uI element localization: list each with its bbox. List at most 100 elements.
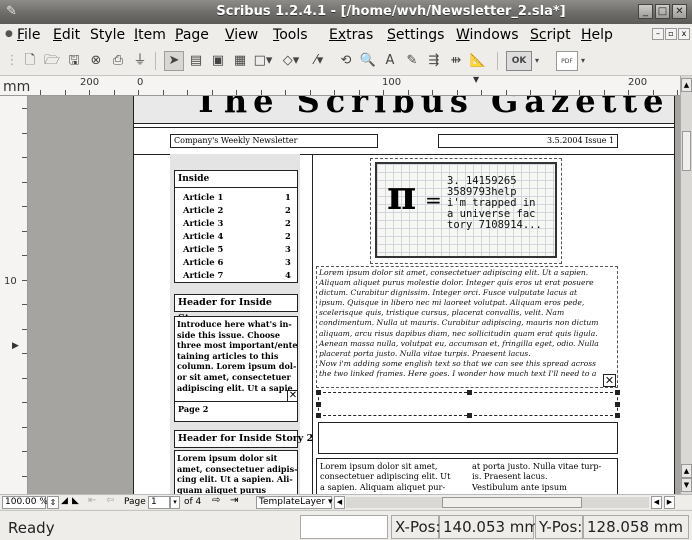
polygon-tool-icon[interactable]: ◇▾ bbox=[281, 51, 301, 71]
toolbar-separator bbox=[497, 52, 498, 70]
empty-frame[interactable] bbox=[318, 422, 618, 454]
resize-handle[interactable] bbox=[316, 390, 321, 395]
weekly-label-frame[interactable]: Company's Weekly Newsletter bbox=[170, 134, 378, 148]
new-document-icon[interactable]: 🗋 bbox=[20, 51, 40, 71]
page-number-field[interactable]: 1 bbox=[148, 496, 170, 509]
rotate-tool-icon[interactable]: ⟲ bbox=[336, 51, 356, 71]
document-canvas[interactable]: The Scribus Gazette Company's Weekly New… bbox=[28, 96, 680, 494]
overflow-marker-icon: ✕ bbox=[287, 390, 298, 402]
line-tool-icon[interactable]: ⁄▾ bbox=[309, 51, 329, 71]
text-line: aliquam, arcu risus dapibus diam, nec so… bbox=[319, 328, 598, 338]
edit-text-icon[interactable]: ✎ bbox=[402, 51, 422, 71]
mdi-minimize-button[interactable]: – bbox=[652, 28, 664, 40]
save-icon[interactable]: 🖫 bbox=[64, 51, 84, 71]
menu-tools[interactable]: Tools bbox=[273, 27, 308, 43]
select-tool-icon[interactable]: ➤ bbox=[164, 51, 184, 71]
story1-text-frame[interactable]: Introduce here what's in- side this issu… bbox=[174, 316, 298, 422]
horizontal-ruler[interactable]: mm 200 0 100 200 ▼ bbox=[0, 75, 692, 96]
measure-tool-icon[interactable]: 📐 bbox=[468, 51, 488, 71]
pi-image-frame[interactable]: π = 3. 14159265 3589793help i'm trapped … bbox=[370, 158, 562, 264]
menu-script[interactable]: Script bbox=[530, 27, 571, 43]
vertical-ruler[interactable]: 10 ▶ bbox=[0, 96, 28, 494]
article-page: 2 bbox=[285, 231, 291, 241]
zoom-out-icon[interactable]: ◢ bbox=[61, 496, 68, 506]
ruler-unit[interactable]: mm bbox=[3, 79, 30, 95]
ruler-tick bbox=[604, 90, 605, 95]
chevron-down-icon[interactable]: ▾ bbox=[578, 51, 588, 71]
story2-text-frame[interactable]: Lorem ipsum dolor sit amet, consectetuer… bbox=[174, 450, 298, 494]
maximize-button[interactable]: □ bbox=[655, 4, 670, 19]
resize-handle[interactable] bbox=[615, 413, 620, 418]
resize-handle[interactable] bbox=[316, 413, 321, 418]
resize-handle[interactable] bbox=[615, 402, 620, 407]
scroll-right-icon[interactable]: ▶ bbox=[664, 496, 675, 509]
document-page[interactable]: The Scribus Gazette Company's Weekly New… bbox=[133, 96, 675, 494]
menu-edit[interactable]: Edit bbox=[53, 27, 80, 43]
chevron-down-icon[interactable]: ▾ bbox=[170, 496, 180, 509]
minimize-button[interactable]: _ bbox=[638, 4, 653, 19]
image-frame-tool-icon[interactable]: ▣ bbox=[208, 51, 228, 71]
mdi-restore-button[interactable]: ▫ bbox=[665, 28, 677, 40]
overflow-marker-icon: ✕ bbox=[603, 374, 616, 387]
zoom-stepper[interactable]: ⇕ bbox=[47, 496, 59, 509]
edit-contents-icon[interactable]: A bbox=[380, 51, 400, 71]
chevron-down-icon: ▾ bbox=[328, 497, 333, 507]
menu-item[interactable]: Item bbox=[134, 27, 166, 43]
ruler-tick bbox=[22, 329, 27, 330]
pdf-checkbox-button[interactable]: OK bbox=[506, 51, 532, 71]
menu-help[interactable]: Help bbox=[581, 27, 613, 43]
chevron-down-icon[interactable]: ▾ bbox=[532, 51, 542, 71]
zoom-in-icon[interactable]: ◣ bbox=[72, 496, 79, 506]
preflight-icon[interactable]: ⏚ bbox=[130, 51, 150, 71]
two-column-text-frame[interactable]: Lorem ipsum dolor sit amet, consectetuer… bbox=[316, 458, 618, 494]
main-text-frame[interactable]: Lorem ipsum dolor sit amet, consectetuer… bbox=[316, 266, 618, 388]
first-page-icon[interactable]: ⇤ bbox=[88, 495, 96, 506]
scroll-thumb[interactable] bbox=[682, 131, 691, 171]
scroll-up-icon[interactable]: ▲ bbox=[681, 78, 692, 92]
article-page: 1 bbox=[285, 192, 291, 202]
story1-header-frame[interactable]: Header for Inside Story bbox=[174, 294, 298, 324]
menu-settings[interactable]: Settings bbox=[387, 27, 444, 43]
selected-frame[interactable] bbox=[316, 390, 620, 418]
horizontal-scroll-track[interactable] bbox=[346, 497, 649, 508]
close-button[interactable]: ✕ bbox=[672, 4, 687, 19]
unlink-frames-icon[interactable]: ⇻ bbox=[446, 51, 466, 71]
text-frame-tool-icon[interactable]: ▤ bbox=[186, 51, 206, 71]
title-bar[interactable]: ✎ Scribus 1.2.4.1 - [/home/wvh/Newslette… bbox=[0, 0, 692, 24]
resize-handle[interactable] bbox=[467, 413, 472, 418]
menu-extras[interactable]: Extras bbox=[329, 27, 373, 43]
menu-style[interactable]: Style bbox=[90, 27, 125, 43]
scroll-up-icon[interactable]: ▲ bbox=[681, 464, 692, 478]
last-page-icon[interactable]: ⇥ bbox=[230, 495, 238, 506]
link-frames-icon[interactable]: ⇶ bbox=[424, 51, 444, 71]
menu-file[interactable]: File bbox=[17, 27, 40, 43]
layer-selector[interactable]: TemplateLayer ▾ bbox=[256, 496, 333, 509]
resize-handle[interactable] bbox=[316, 402, 321, 407]
table-tool-icon[interactable]: ▦ bbox=[230, 51, 250, 71]
resize-handle[interactable] bbox=[467, 390, 472, 395]
pdf-export-button[interactable]: PDF bbox=[556, 51, 578, 71]
open-document-icon[interactable]: 🗁 bbox=[42, 51, 62, 71]
resize-handle[interactable] bbox=[615, 390, 620, 395]
zoom-field[interactable]: 100.00 % bbox=[2, 496, 48, 509]
close-document-icon[interactable]: ⊗ bbox=[86, 51, 106, 71]
previous-page-icon[interactable]: ⇦ bbox=[106, 495, 114, 506]
story2-header-frame[interactable]: Header for Inside Story 2 bbox=[174, 430, 313, 448]
menu-windows[interactable]: Windows bbox=[456, 27, 519, 43]
masthead-frame[interactable]: The Scribus Gazette bbox=[134, 96, 674, 124]
menu-page[interactable]: Page bbox=[175, 27, 209, 43]
scroll-left-icon[interactable]: ◀ bbox=[334, 496, 345, 509]
issue-label-frame[interactable]: 3.5.2004 Issue 1 bbox=[438, 134, 618, 148]
inside-frame[interactable]: Inside Article 1 1 Article 2 2 Article 3… bbox=[174, 170, 298, 283]
zoom-tool-icon[interactable]: 🔍 bbox=[358, 51, 378, 71]
next-page-icon[interactable]: ⇨ bbox=[212, 495, 220, 506]
app-icon[interactable]: ✎ bbox=[6, 4, 22, 20]
scroll-down-icon[interactable]: ▼ bbox=[681, 478, 692, 492]
scroll-left-icon[interactable]: ◀ bbox=[651, 496, 662, 509]
mdi-close-button[interactable]: x bbox=[678, 28, 690, 40]
menu-view[interactable]: View bbox=[225, 27, 258, 43]
horizontal-scroll-thumb[interactable] bbox=[442, 497, 582, 508]
vertical-scrollbar[interactable]: ▲ ▲ ▼ bbox=[680, 76, 692, 494]
shape-tool-icon[interactable]: □▾ bbox=[253, 51, 273, 71]
print-icon[interactable]: ⎙ bbox=[108, 51, 128, 71]
